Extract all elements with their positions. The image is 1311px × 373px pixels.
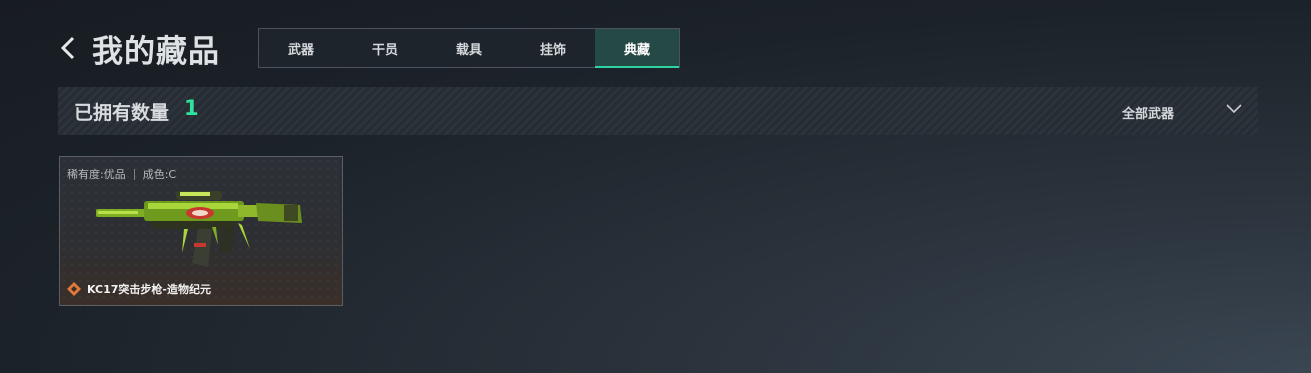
card-meta: 稀有度:优品 成色:C [67, 166, 176, 182]
assault-rifle-image [96, 191, 302, 267]
page-header: 我的藏品 [58, 28, 220, 70]
owned-count-bar: 已拥有数量 1 全部武器 [58, 87, 1258, 135]
chevron-left-icon [60, 36, 75, 60]
item-rarity: 稀有度:优品 [67, 168, 126, 181]
tab-charms[interactable]: 挂饰 [511, 29, 595, 67]
page-title: 我的藏品 [92, 33, 220, 70]
item-name: KC17突击步枪-造物纪元 [87, 283, 211, 296]
collection-item-card[interactable]: 稀有度:优品 成色:C KC17突击步枪-造物纪元 [59, 156, 343, 306]
item-condition: 成色:C [142, 168, 177, 181]
rarity-diamond-icon [67, 282, 81, 296]
chevron-down-icon[interactable] [1226, 104, 1242, 114]
tab-weapons[interactable]: 武器 [259, 29, 343, 67]
owned-count-value: 1 [184, 96, 199, 120]
tab-vehicles[interactable]: 载具 [427, 29, 511, 67]
item-name-row: KC17突击步枪-造物纪元 [67, 281, 211, 297]
tab-operators[interactable]: 干员 [343, 29, 427, 67]
category-tabs: 武器 干员 载具 挂饰 典藏 [258, 28, 680, 68]
owned-count-label: 已拥有数量 [74, 102, 170, 124]
tab-collection[interactable]: 典藏 [595, 29, 679, 68]
meta-divider [133, 168, 135, 180]
back-button[interactable] [58, 28, 82, 68]
weapon-filter-dropdown[interactable]: 全部武器 [1122, 103, 1174, 122]
